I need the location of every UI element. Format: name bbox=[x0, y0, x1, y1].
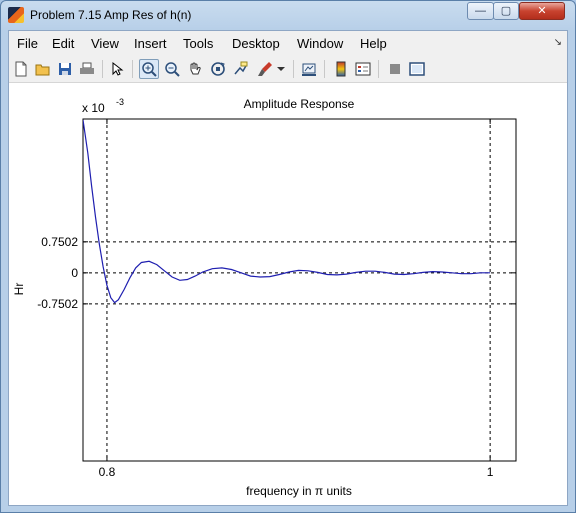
link-plot-icon[interactable] bbox=[299, 59, 319, 79]
colorbar-icon[interactable] bbox=[331, 59, 351, 79]
toolbar-separator bbox=[132, 60, 133, 78]
zoom-in-icon[interactable] bbox=[139, 59, 159, 79]
pan-hand-icon[interactable] bbox=[185, 59, 205, 79]
axes-box[interactable] bbox=[82, 118, 517, 462]
menu-view[interactable]: View bbox=[91, 36, 119, 51]
show-plot-tools-icon[interactable] bbox=[407, 59, 427, 79]
hide-plot-tools-icon[interactable] bbox=[385, 59, 405, 79]
x-tick-label: 0.8 bbox=[99, 465, 116, 479]
menu-file[interactable]: File bbox=[17, 36, 38, 51]
figure-canvas: 0.8 1 0.7502 0 -0.7502 Amplitude Response x … bbox=[9, 83, 567, 505]
brush-icon[interactable] bbox=[255, 59, 275, 79]
toolbar-separator bbox=[102, 60, 103, 78]
rotate-3d-icon[interactable] bbox=[208, 59, 228, 79]
toolbar-separator bbox=[378, 60, 379, 78]
brush-dropdown-icon[interactable] bbox=[275, 59, 287, 79]
y-tick-label: -0.7502 bbox=[37, 297, 78, 311]
y-tick-label: 0 bbox=[71, 266, 78, 280]
dock-arrow-icon[interactable]: ↘ bbox=[554, 37, 562, 48]
y-exponent-sup: -3 bbox=[116, 97, 124, 107]
toolbar-separator bbox=[293, 60, 294, 78]
zoom-out-icon[interactable] bbox=[162, 59, 182, 79]
save-icon[interactable] bbox=[55, 59, 75, 79]
new-figure-icon[interactable] bbox=[11, 59, 31, 79]
menu-help[interactable]: Help bbox=[360, 36, 387, 51]
figure-client-area: File Edit View Insert Tools Desktop Wind… bbox=[8, 30, 568, 506]
figure-window: Problem 7.15 Amp Res of h(n) — ▢ ✕ File … bbox=[0, 0, 576, 513]
legend-icon[interactable] bbox=[353, 59, 373, 79]
menu-tools[interactable]: Tools bbox=[183, 36, 213, 51]
edit-plot-arrow-icon[interactable] bbox=[107, 59, 127, 79]
menu-desktop[interactable]: Desktop bbox=[232, 36, 280, 51]
title-bar[interactable]: Problem 7.15 Amp Res of h(n) — ▢ ✕ bbox=[1, 1, 575, 29]
amplitude-response-plot[interactable]: 0.8 1 0.7502 0 -0.7502 Amplitude Response x … bbox=[9, 83, 567, 505]
menu-window[interactable]: Window bbox=[297, 36, 343, 51]
close-button[interactable]: ✕ bbox=[519, 2, 565, 20]
menu-bar: File Edit View Insert Tools Desktop Wind… bbox=[9, 31, 567, 56]
matlab-logo-icon bbox=[8, 7, 24, 23]
x-axis-label: frequency in π units bbox=[246, 484, 352, 498]
x-tick-label: 1 bbox=[487, 465, 494, 479]
maximize-button[interactable]: ▢ bbox=[493, 2, 519, 20]
open-file-icon[interactable] bbox=[33, 59, 53, 79]
window-title: Problem 7.15 Amp Res of h(n) bbox=[30, 8, 192, 22]
y-tick-label: 0.7502 bbox=[41, 235, 78, 249]
menu-edit[interactable]: Edit bbox=[52, 36, 74, 51]
menu-insert[interactable]: Insert bbox=[134, 36, 167, 51]
figure-toolbar bbox=[9, 56, 567, 83]
minimize-button[interactable]: — bbox=[467, 2, 494, 20]
y-axis-label: Hr bbox=[12, 283, 26, 296]
toolbar-separator bbox=[324, 60, 325, 78]
chart-title: Amplitude Response bbox=[244, 97, 355, 111]
y-exponent-label: x 10 bbox=[82, 101, 105, 115]
print-icon[interactable] bbox=[77, 59, 97, 79]
data-cursor-icon[interactable] bbox=[231, 59, 251, 79]
